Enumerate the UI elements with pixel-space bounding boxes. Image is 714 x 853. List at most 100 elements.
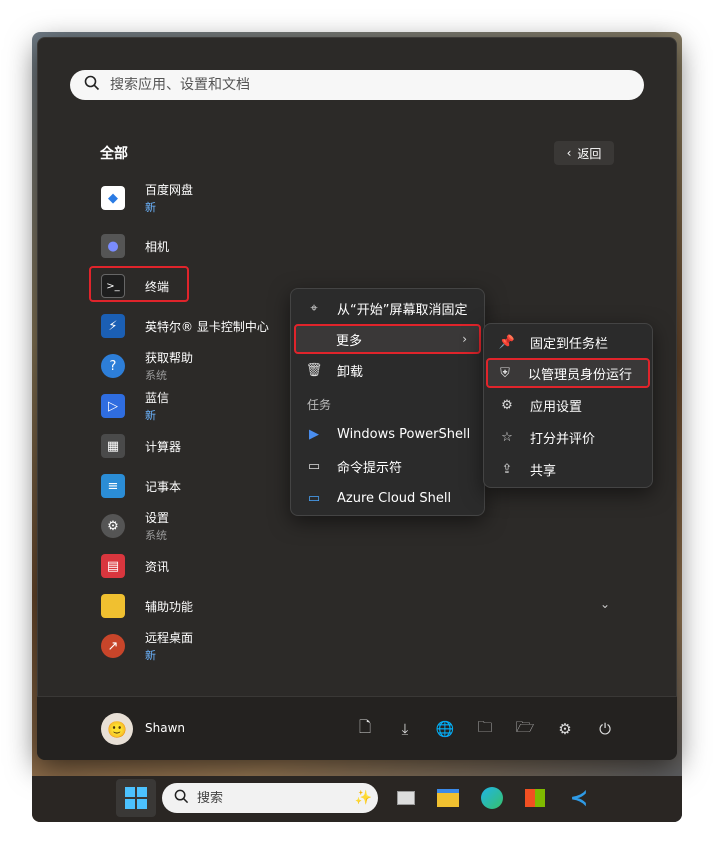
news-icon: ▤ xyxy=(101,554,125,578)
app-notepad[interactable]: ≡ 记事本 xyxy=(88,468,288,504)
search-highlight-icon: ✨ xyxy=(354,790,372,806)
task-view-icon[interactable] xyxy=(392,784,420,812)
network-icon[interactable]: 🌐 xyxy=(432,716,458,742)
calculator-icon: ▦ xyxy=(101,434,125,458)
back-button-label: 返回 xyxy=(577,146,602,161)
menu-label: 卸载 xyxy=(337,364,364,380)
search-icon xyxy=(174,789,189,808)
app-name: 记事本 xyxy=(145,479,182,494)
tasks-heading: 任务 xyxy=(307,398,332,412)
more-submenu: 📌 固定到任务栏 ⛨ 以管理员身份运行 ⚙ 应用设置 ☆ 打分并评价 ⇪ 共享 xyxy=(483,323,653,488)
avatar[interactable]: 🙂 xyxy=(101,713,133,745)
taskbar-search-input[interactable] xyxy=(197,790,317,806)
gear-icon: ⚙ xyxy=(501,397,513,413)
uninstall-item[interactable]: 🗑 卸载 xyxy=(297,355,478,385)
microsoft-store-icon[interactable] xyxy=(521,784,549,812)
app-get-help[interactable]: ? 获取帮助系统 xyxy=(88,348,288,384)
app-context-menu: ⌖ 从“开始”屏幕取消固定 更多 › 🗑 卸载 任务 ▶ Windows PowerS… xyxy=(290,288,485,516)
menu-label: Azure Cloud Shell xyxy=(337,490,452,506)
personal-folder-icon[interactable]: 🗀 xyxy=(472,716,498,742)
run-as-admin-item[interactable]: ⛨ 以管理员身份运行 xyxy=(486,358,650,388)
app-sub-label: 系统 xyxy=(145,529,167,542)
app-name: 获取帮助 xyxy=(145,351,194,365)
powershell-icon: ▶ xyxy=(309,426,319,442)
menu-label: 共享 xyxy=(530,463,557,479)
app-name: 远程桌面 xyxy=(145,631,194,645)
app-calculator[interactable]: ▦ 计算器 xyxy=(88,428,288,464)
lanxin-icon: ▷ xyxy=(101,394,125,418)
file-explorer-icon[interactable]: 🗁 xyxy=(512,716,538,742)
menu-label: 以管理员身份运行 xyxy=(528,367,633,383)
chevron-right-icon: › xyxy=(462,332,467,346)
start-button[interactable] xyxy=(116,779,156,817)
task-powershell[interactable]: ▶ Windows PowerShell xyxy=(297,419,478,449)
share-item[interactable]: ⇪ 共享 xyxy=(490,454,646,484)
all-apps-title: 全部 xyxy=(100,146,128,162)
app-baidu-netdisk[interactable]: ◆ 百度网盘新 xyxy=(88,180,288,216)
shield-icon: ⛨ xyxy=(500,365,510,381)
user-name[interactable]: Shawn xyxy=(145,721,185,735)
edge-browser-icon[interactable] xyxy=(478,784,506,812)
app-name: 蓝信 xyxy=(145,391,170,405)
pin-icon: 📌 xyxy=(498,334,516,350)
settings-gear-icon[interactable]: ⚙ xyxy=(552,716,578,742)
back-button[interactable]: ‹ 返回 xyxy=(554,141,614,165)
app-new-badge: 新 xyxy=(145,409,156,422)
app-name: 资讯 xyxy=(145,559,170,574)
task-azure-cloud-shell[interactable]: ▭ Azure Cloud Shell xyxy=(297,483,478,513)
start-search-box[interactable] xyxy=(70,70,644,100)
folder-icon xyxy=(101,594,125,618)
app-new-badge: 新 xyxy=(145,201,156,214)
more-item[interactable]: 更多 › xyxy=(294,324,481,354)
documents-icon[interactable]: 🗋 xyxy=(352,716,378,742)
notepad-icon: ≡ xyxy=(101,474,125,498)
chevron-left-icon: ‹ xyxy=(566,146,572,160)
app-lanxin[interactable]: ▷ 蓝信新 xyxy=(88,388,288,424)
app-settings-item[interactable]: ⚙ 应用设置 xyxy=(490,390,646,420)
task-command-prompt[interactable]: ▭ 命令提示符 xyxy=(297,451,478,481)
menu-label: 固定到任务栏 xyxy=(530,336,609,352)
power-icon[interactable]: ⏻ xyxy=(592,716,618,742)
terminal-highlight-box xyxy=(89,266,189,302)
vscode-icon[interactable]: ≺ xyxy=(565,784,593,812)
file-explorer-taskbar-icon[interactable] xyxy=(434,784,462,812)
camera-icon: ● xyxy=(101,234,125,258)
app-folder-accessibility[interactable]: 辅助功能 xyxy=(88,588,288,624)
search-input[interactable] xyxy=(110,77,590,93)
menu-label: 更多 xyxy=(336,333,363,349)
app-intel-graphics[interactable]: ⚡ 英特尔® 显卡控制中心 xyxy=(88,308,288,344)
app-name: 辅助功能 xyxy=(145,599,194,614)
remote-desktop-icon: ↗ xyxy=(101,634,125,658)
app-name: 英特尔® 显卡控制中心 xyxy=(145,319,269,334)
windows-logo-icon xyxy=(125,787,147,809)
app-sub-label: 系统 xyxy=(145,369,167,382)
app-new-badge: 新 xyxy=(145,649,156,662)
downloads-icon[interactable]: ⤓ xyxy=(392,716,418,742)
intel-graphics-icon: ⚡ xyxy=(101,314,125,338)
app-name: 相机 xyxy=(145,239,170,254)
app-settings[interactable]: ⚙ 设置 系统 xyxy=(88,508,288,544)
app-name: 百度网盘 xyxy=(145,183,194,197)
app-camera[interactable]: ● 相机 xyxy=(88,228,288,264)
menu-label: 命令提示符 xyxy=(337,460,403,476)
search-icon xyxy=(84,75,100,95)
rate-and-review-item[interactable]: ☆ 打分并评价 xyxy=(490,422,646,452)
baidu-netdisk-icon: ◆ xyxy=(101,186,125,210)
share-icon: ⇪ xyxy=(501,461,513,477)
taskbar-search-box[interactable]: ✨ xyxy=(162,783,378,813)
unpin-from-start-item[interactable]: ⌖ 从“开始”屏幕取消固定 xyxy=(297,293,478,323)
star-icon: ☆ xyxy=(501,429,513,445)
app-remote-desktop[interactable]: ↗ 远程桌面新 xyxy=(88,628,288,664)
unpin-icon: ⌖ xyxy=(310,300,318,316)
menu-label: 应用设置 xyxy=(530,399,583,415)
get-help-icon: ? xyxy=(101,354,125,378)
trash-icon: 🗑 xyxy=(305,362,323,378)
menu-label: 打分并评价 xyxy=(530,431,596,447)
chevron-down-icon[interactable]: ⌄ xyxy=(600,597,610,611)
settings-icon: ⚙ xyxy=(101,514,125,538)
pin-to-taskbar-item[interactable]: 📌 固定到任务栏 xyxy=(490,327,646,357)
app-news[interactable]: ▤ 资讯 xyxy=(88,548,288,584)
azure-cloud-shell-icon: ▭ xyxy=(307,490,321,506)
app-name: 计算器 xyxy=(145,439,182,454)
menu-label: Windows PowerShell xyxy=(337,426,471,442)
